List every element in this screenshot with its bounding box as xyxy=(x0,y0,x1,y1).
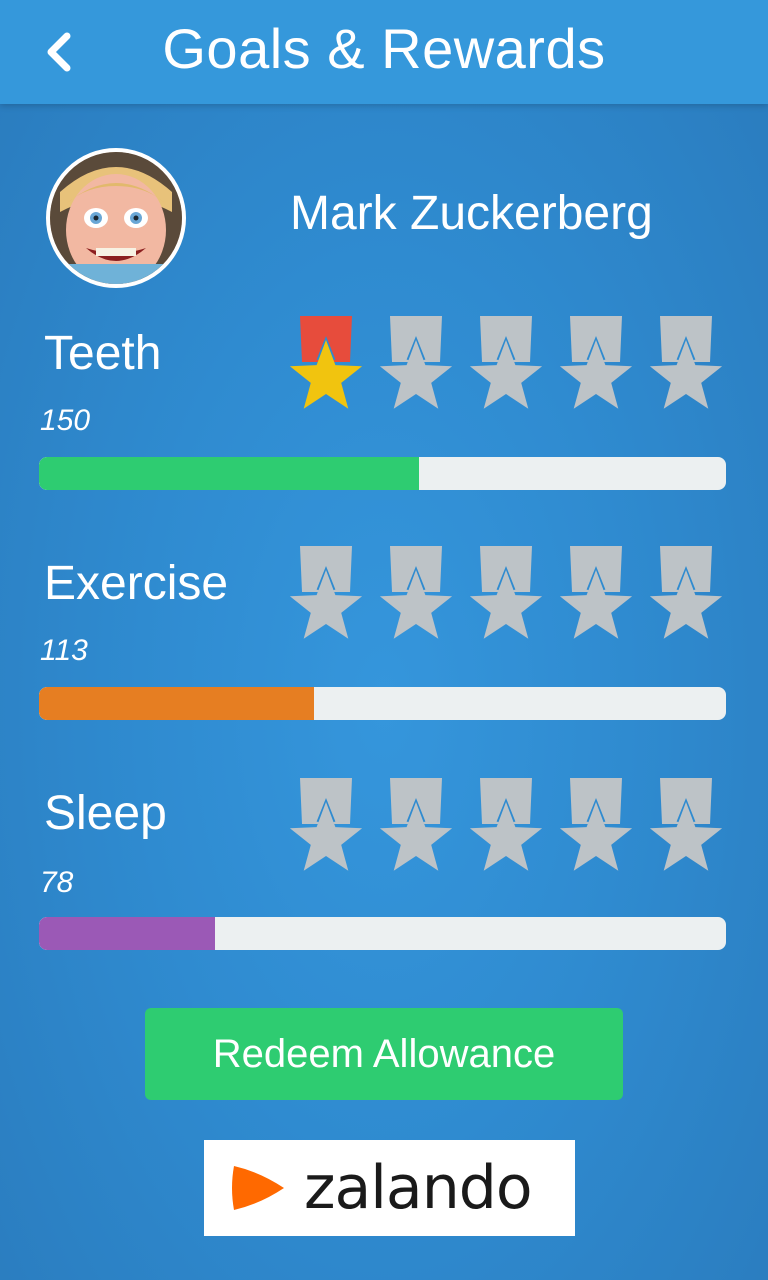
zalando-logo-icon xyxy=(232,1166,284,1210)
ad-banner[interactable]: zalando xyxy=(204,1140,575,1236)
medal-locked-icon xyxy=(649,546,723,639)
goal-value-sleep: 78 xyxy=(40,866,74,899)
redeem-allowance-button[interactable]: Redeem Allowance xyxy=(145,1008,623,1100)
medal-locked-icon xyxy=(289,546,363,639)
medal-row-teeth xyxy=(286,314,728,424)
goal-label-exercise: Exercise xyxy=(44,557,229,610)
medal-locked-icon xyxy=(559,546,633,639)
goal-label-teeth: Teeth xyxy=(44,327,162,380)
goal-label-sleep: Sleep xyxy=(44,787,167,840)
medal-locked-icon xyxy=(379,778,453,871)
medal-locked-icon xyxy=(379,546,453,639)
avatar[interactable] xyxy=(46,148,186,288)
progress-fill-teeth xyxy=(39,457,419,490)
child-avatar xyxy=(50,152,182,284)
goal-value-exercise: 113 xyxy=(40,634,88,667)
medal-locked-icon xyxy=(559,778,633,871)
progress-bar-sleep xyxy=(39,917,726,950)
progress-bar-teeth xyxy=(39,457,726,490)
profile-name: Mark Zuckerberg xyxy=(290,187,653,240)
medal-locked-icon xyxy=(469,546,543,639)
progress-fill-exercise xyxy=(39,687,314,720)
medal-earned-icon xyxy=(289,316,363,409)
progress-fill-sleep xyxy=(39,917,215,950)
progress-bar-exercise xyxy=(39,687,726,720)
goal-value-teeth: 150 xyxy=(40,404,91,437)
medal-row-exercise xyxy=(286,544,728,654)
top-app-bar: Goals & Rewards xyxy=(0,0,768,104)
page-title: Goals & Rewards xyxy=(162,17,606,80)
medal-row-sleep xyxy=(286,776,728,886)
medal-locked-icon xyxy=(649,778,723,871)
medal-locked-icon xyxy=(649,316,723,409)
medal-locked-icon xyxy=(289,778,363,871)
medal-locked-icon xyxy=(469,316,543,409)
medal-locked-icon xyxy=(559,316,633,409)
medal-locked-icon xyxy=(379,316,453,409)
medal-locked-icon xyxy=(469,778,543,871)
ad-brand-text: zalando xyxy=(304,1153,533,1223)
